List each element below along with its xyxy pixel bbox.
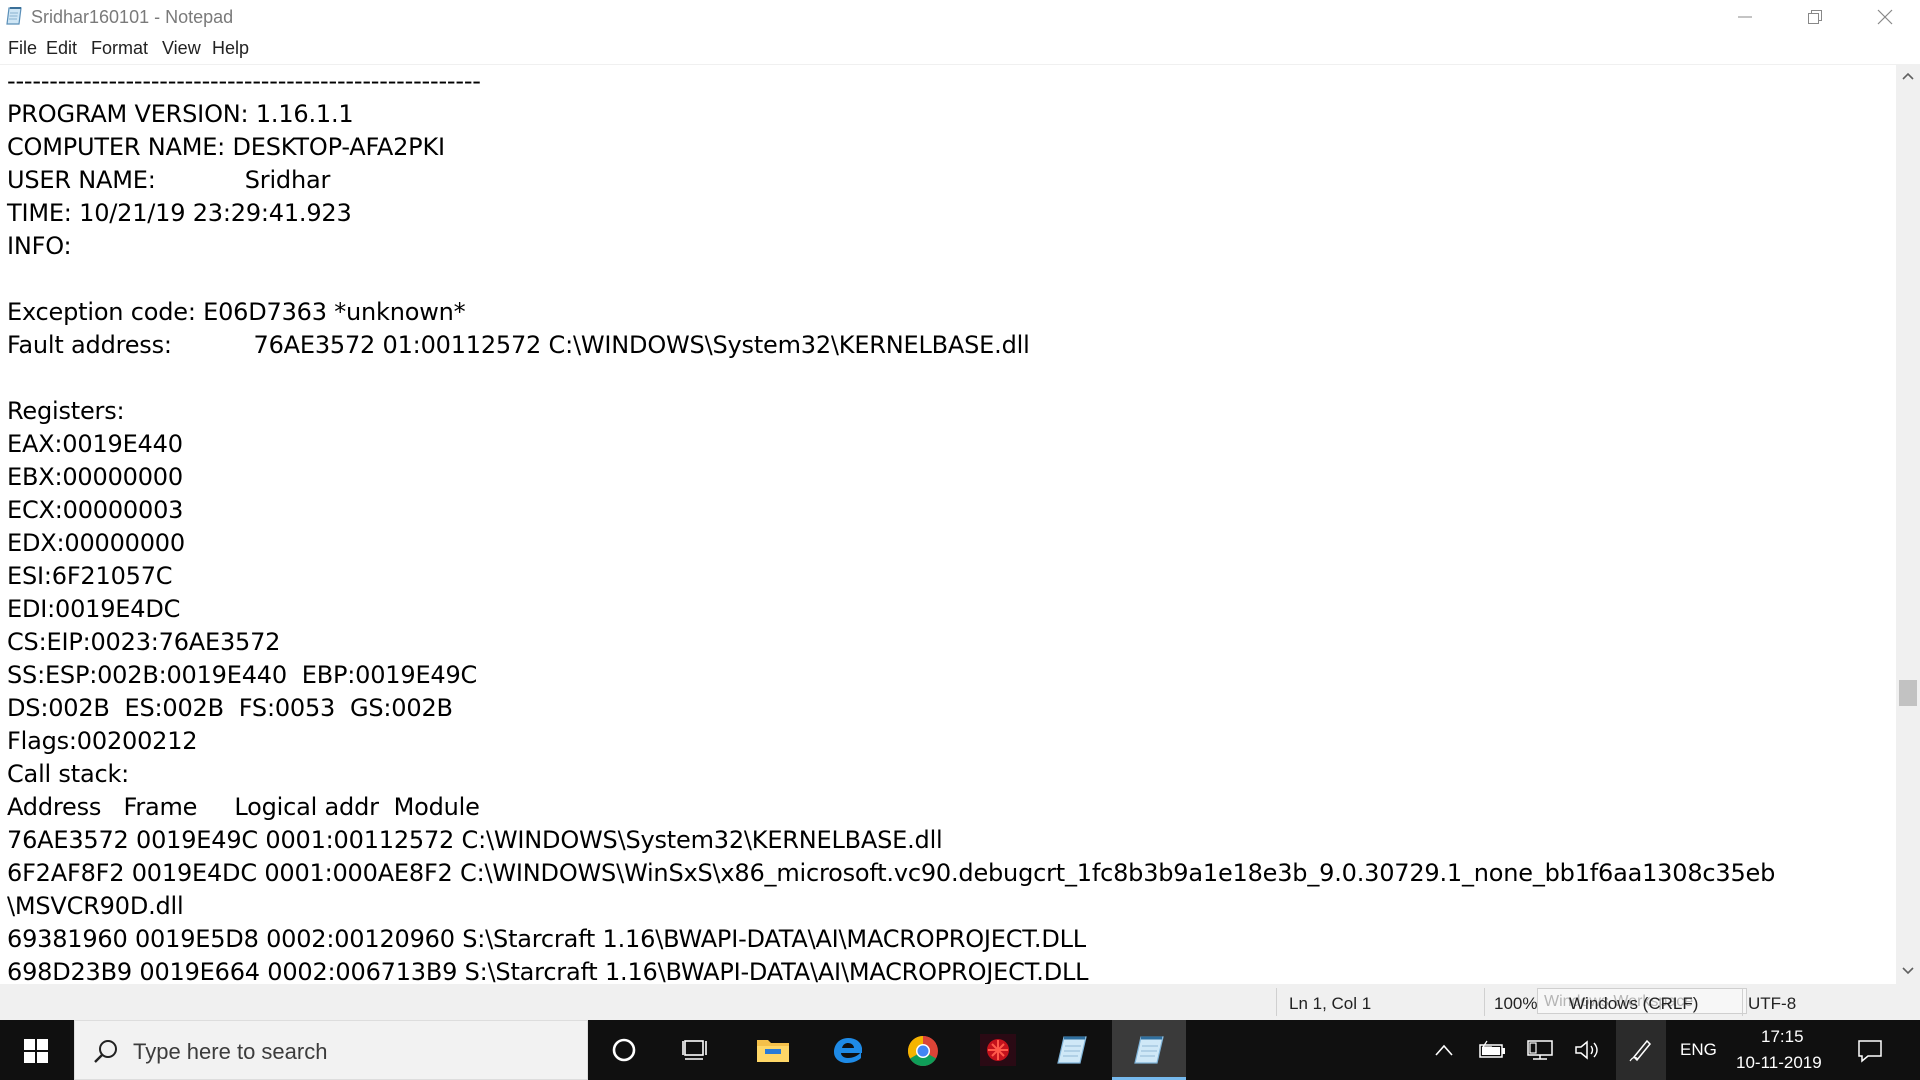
start-button[interactable] [0,1020,72,1080]
status-divider [1484,988,1485,1016]
clock-date[interactable]: 10-11-2019 [1736,1053,1822,1073]
chrome-icon [907,1036,938,1067]
close-icon [1877,9,1893,25]
zoom-level: 100% [1494,994,1538,1013]
menu-format[interactable]: Format [91,38,148,59]
taskbar-search[interactable]: Type here to search [74,1020,588,1080]
search-icon [94,1040,117,1063]
menu-view[interactable]: View [162,38,201,59]
cortana-icon [612,1038,636,1062]
menu-file[interactable]: File [8,38,37,59]
editor-line: Exception code: E06D7363 *unknown* [7,298,466,326]
notepad-icon [1134,1036,1164,1064]
pen-icon [1629,1039,1652,1062]
taskbar: Type here to search ENG 17:15 10-11-2019 [0,1020,1920,1080]
status-divider [1276,988,1277,1016]
windows-logo-icon [24,1039,48,1063]
editor-line: EAX:0019E440 [7,430,183,458]
menu-bar: File Edit Format View Help [0,36,1920,62]
clock-time[interactable]: 17:15 [1761,1027,1804,1047]
scroll-down-icon[interactable] [1902,966,1914,976]
editor-line: DS:002B ES:002B FS:0053 GS:002B [7,694,453,722]
red-app-button[interactable] [962,1020,1034,1080]
edge-icon [834,1038,862,1063]
search-placeholder: Type here to search [133,1039,328,1064]
task-view-icon [682,1040,707,1060]
editor-line: INFO: [7,232,72,260]
minimize-icon [1738,16,1752,18]
editor-line: CS:EIP:0023:76AE3572 [7,628,281,656]
menu-edit[interactable]: Edit [46,38,77,59]
notepad-taskbar-button[interactable] [1036,1020,1108,1080]
line-ending: Windows (CRLF) [1569,994,1699,1013]
editor-line: 76AE3572 0019E49C 0001:00112572 C:\WINDO… [7,826,943,854]
notepad-active-taskbar-button[interactable] [1112,1020,1186,1080]
editor-line: 69381960 0019E5D8 0002:00120960 S:\Starc… [7,925,1086,953]
editor-line: \MSVCR90D.dll [7,892,184,920]
scrollbar-thumb[interactable] [1899,680,1917,706]
file-explorer-button[interactable] [737,1020,809,1080]
editor-line: ESI:6F21057C [7,562,173,590]
editor-line: Flags:00200212 [7,727,198,755]
editor-line: EDI:0019E4DC [7,595,181,623]
volume-icon[interactable] [1574,1039,1602,1061]
network-icon[interactable] [1526,1039,1554,1061]
editor-line: 698D23B9 0019E664 0002:006713B9 S:\Starc… [7,958,1089,985]
close-button[interactable] [1850,0,1920,36]
file-explorer-icon [757,1040,789,1062]
window-title: Sridhar160101 - Notepad [31,7,234,27]
task-view-button[interactable] [660,1020,732,1080]
editor-line: TIME: 10/21/19 23:29:41.923 [7,199,352,227]
editor-line: Fault address: 76AE3572 01:00112572 C:\W… [7,331,1030,359]
editor-line: USER NAME: Sridhar [7,166,331,194]
notification-icon[interactable] [1857,1038,1883,1064]
pen-workspace-button[interactable] [1616,1020,1666,1080]
text-editor[interactable]: ----------------------------------------… [0,64,1896,985]
edge-button[interactable] [812,1020,884,1080]
status-divider [1742,988,1743,1016]
scroll-up-icon[interactable] [1902,71,1914,81]
editor-line: ----------------------------------------… [7,67,481,95]
menu-help[interactable]: Help [212,38,249,59]
editor-line: 6F2AF8F2 0019E4DC 0001:000AE8F2 C:\WINDO… [7,859,1776,887]
vertical-scrollbar[interactable] [1896,64,1920,984]
status-bar: Ln 1, Col 1 100% Windows Workspace Windo… [0,984,1920,1020]
restore-icon [1808,10,1822,24]
editor-line: Address Frame Logical addr Module [7,793,480,821]
notepad-icon [6,7,22,25]
editor-line: SS:ESP:002B:0019E440 EBP:0019E49C [7,661,478,689]
cursor-position: Ln 1, Col 1 [1289,994,1372,1013]
battery-icon[interactable] [1478,1040,1506,1060]
editor-line: ECX:00000003 [7,496,184,524]
language-indicator[interactable]: ENG [1680,1040,1717,1060]
editor-line: Call stack: [7,760,130,788]
title-bar: Sridhar160101 - Notepad [0,0,1920,36]
red-app-icon [980,1034,1016,1066]
chevron-up-icon[interactable] [1434,1043,1454,1057]
minimize-button[interactable] [1710,0,1780,36]
encoding: UTF-8 [1748,994,1797,1013]
notepad-icon [1057,1036,1087,1064]
editor-line: PROGRAM VERSION: 1.16.1.1 [7,100,354,128]
restore-button[interactable] [1780,0,1850,36]
editor-line: EDX:00000000 [7,529,185,557]
chrome-button[interactable] [887,1020,959,1080]
editor-line: EBX:00000000 [7,463,183,491]
cortana-button[interactable] [588,1020,660,1080]
editor-line: Registers: [7,397,125,425]
editor-line: COMPUTER NAME: DESKTOP-AFA2PKI [7,133,445,161]
